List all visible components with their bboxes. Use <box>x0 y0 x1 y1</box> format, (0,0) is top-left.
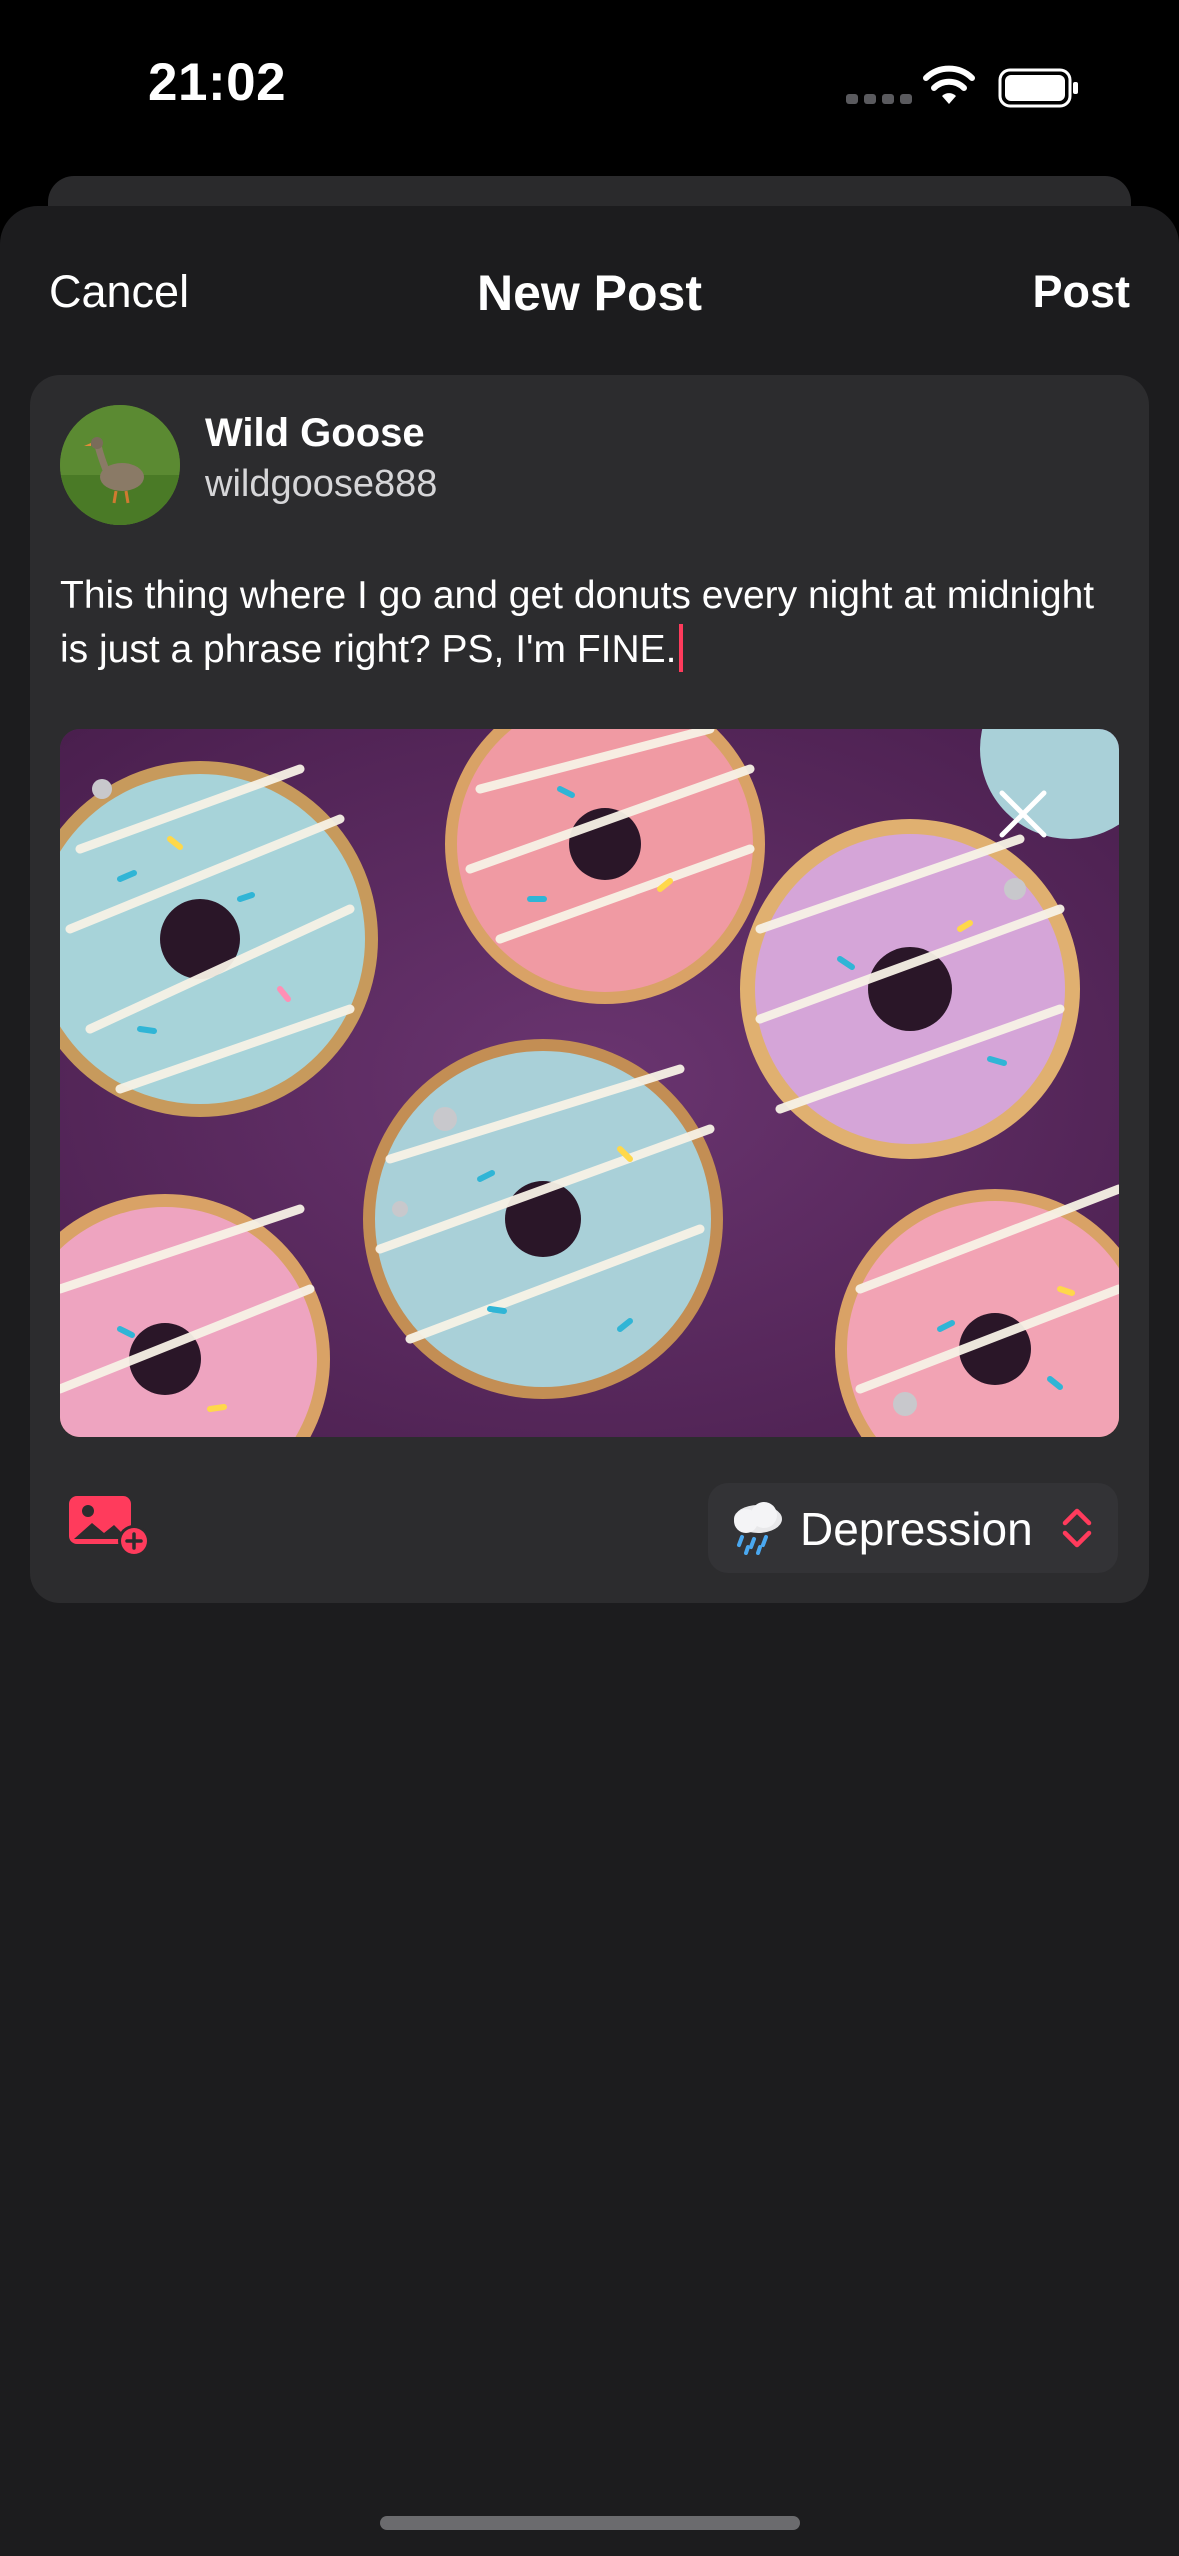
mood-picker[interactable]: Depression <box>708 1483 1118 1573</box>
home-indicator[interactable] <box>380 2516 800 2530</box>
chevron-up-down-icon <box>1062 1508 1092 1548</box>
text-cursor <box>678 624 683 672</box>
post-text-content: This thing where I go and get donuts eve… <box>60 574 1095 671</box>
wifi-icon <box>923 65 975 104</box>
battery-icon <box>998 68 1078 108</box>
author-handle: wildgoose888 <box>205 463 438 505</box>
author-display-name: Wild Goose <box>205 411 425 455</box>
image-add-icon[interactable] <box>66 1493 152 1559</box>
cellular-dots-icon <box>846 94 912 104</box>
status-bar: 21:02 <box>0 0 1179 175</box>
new-post-sheet: Cancel New Post Post Wild Goose wildgoos… <box>0 206 1179 2556</box>
avatar <box>60 405 180 525</box>
rain-cloud-icon <box>734 1502 782 1555</box>
status-time: 21:02 <box>148 53 287 112</box>
compose-card: Wild Goose wildgoose888 This thing where… <box>30 375 1149 1603</box>
post-button[interactable]: Post <box>1032 266 1130 318</box>
post-text-input[interactable]: This thing where I go and get donuts eve… <box>60 569 1120 677</box>
nav-bar: Cancel New Post Post <box>0 206 1179 376</box>
mood-label: Depression <box>800 1503 1033 1555</box>
page-title: New Post <box>476 265 703 321</box>
attached-photo[interactable] <box>60 729 1119 1437</box>
remove-photo-close-icon[interactable] <box>992 783 1054 845</box>
